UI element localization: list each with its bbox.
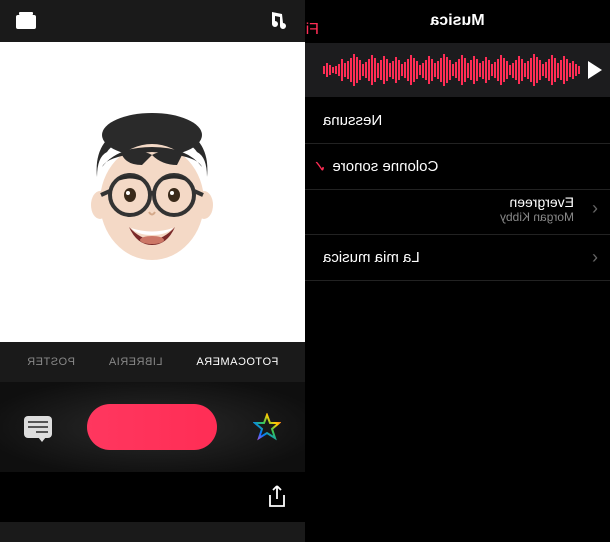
projects-icon[interactable] bbox=[14, 9, 38, 33]
chevron-left-icon: ‹ bbox=[592, 198, 598, 219]
live-titles-icon[interactable] bbox=[24, 416, 52, 438]
music-item-label: La mia musica bbox=[323, 249, 420, 266]
tab-camera[interactable]: FOTOCAMERA bbox=[196, 356, 278, 368]
track-row[interactable]: ‹ Evergreen Morgan Kibby bbox=[305, 190, 610, 235]
memoji-character bbox=[68, 107, 238, 277]
music-item-none[interactable]: Nessuna bbox=[305, 98, 610, 144]
music-list: Nessuna Colonne sonore ✓ ‹ Evergreen Mor… bbox=[305, 98, 610, 281]
music-item-mymusic[interactable]: ‹ La mia musica bbox=[305, 235, 610, 281]
music-header: Musica Fine bbox=[305, 0, 610, 42]
record-button[interactable] bbox=[88, 404, 218, 450]
bottom-bar bbox=[0, 472, 305, 522]
tab-poster[interactable]: POSTER bbox=[27, 356, 75, 368]
share-icon[interactable] bbox=[267, 485, 287, 509]
effects-star-icon[interactable] bbox=[253, 413, 281, 441]
waveform[interactable] bbox=[313, 50, 580, 90]
controls-row bbox=[0, 382, 305, 472]
track-artist: Morgan Kibby bbox=[323, 210, 592, 224]
music-item-label: Nessuna bbox=[323, 112, 382, 129]
music-item-label: Colonne sonore bbox=[332, 158, 438, 175]
top-bar bbox=[0, 0, 305, 42]
music-item-soundtracks[interactable]: Colonne sonore ✓ bbox=[305, 144, 610, 190]
track-title: Evergreen bbox=[323, 194, 592, 210]
chevron-left-icon: ‹ bbox=[592, 247, 598, 268]
tab-library[interactable]: LIBRERIA bbox=[108, 356, 162, 368]
waveform-row bbox=[305, 42, 610, 98]
source-tabs: FOTOCAMERA LIBRERIA POSTER bbox=[0, 342, 305, 382]
editor-panel: FOTOCAMERA LIBRERIA POSTER bbox=[0, 0, 305, 542]
play-icon[interactable] bbox=[588, 61, 602, 79]
music-note-icon[interactable] bbox=[267, 9, 291, 33]
checkmark-icon: ✓ bbox=[313, 157, 326, 177]
preview-area[interactable] bbox=[0, 42, 305, 342]
music-panel: Musica Fine Nessuna Colonne sonore ✓ ‹ E… bbox=[305, 0, 610, 542]
music-title: Musica bbox=[319, 12, 596, 30]
